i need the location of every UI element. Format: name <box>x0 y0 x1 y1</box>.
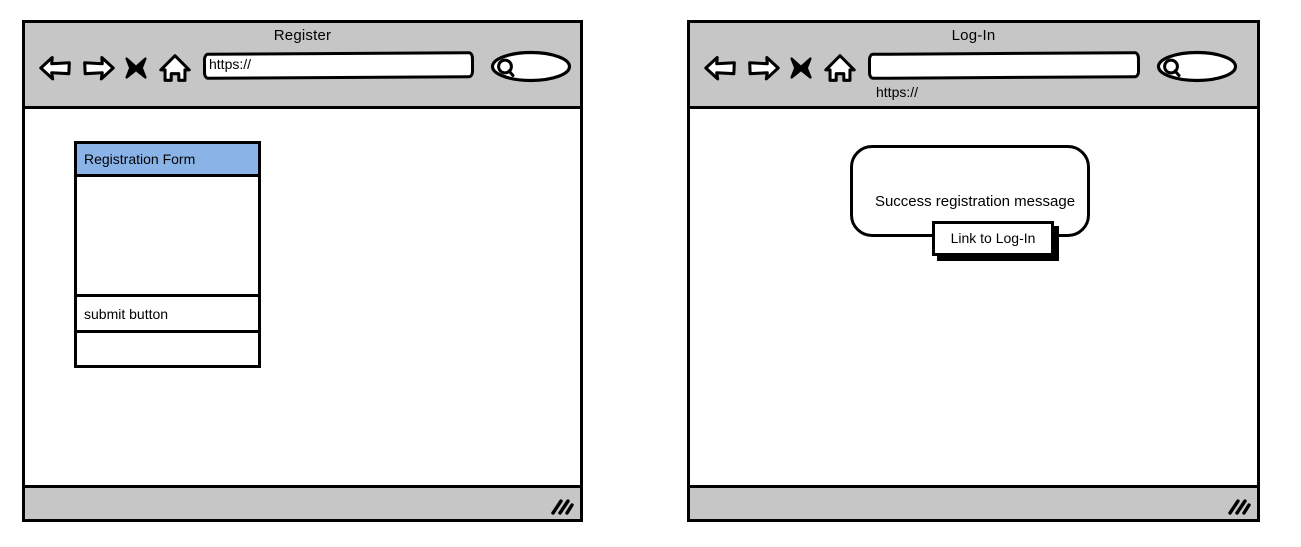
close-x-icon[interactable] <box>786 49 816 87</box>
browser-window-login[interactable]: Log-In https:// Success registration mes… <box>687 20 1260 522</box>
success-message-text: Success registration message <box>874 193 1076 210</box>
url-input-value-register: https:// <box>209 56 252 72</box>
browser-window-register[interactable]: Register https:// Registration Form subm… <box>22 20 583 522</box>
search-pill-shape <box>490 50 572 83</box>
browser-toolbar-register: Register https:// <box>25 23 580 109</box>
search-pill-shape <box>1156 50 1238 83</box>
link-to-login-button[interactable]: Link to Log-In <box>932 221 1054 256</box>
search-box-login[interactable] <box>1156 50 1238 83</box>
page-viewport-login: Success registration message Link to Log… <box>690 109 1257 485</box>
resize-grip-icon[interactable] <box>1225 496 1251 516</box>
home-icon[interactable] <box>822 49 858 87</box>
resize-grip-icon[interactable] <box>548 496 574 516</box>
url-bar-wrap-login: https:// <box>867 51 1141 100</box>
registration-form-header: Registration Form <box>77 144 258 177</box>
registration-form-fields-area[interactable] <box>77 177 258 297</box>
toolbar-controls-login: https:// <box>702 49 1249 100</box>
registration-form-panel[interactable]: Registration Form submit button <box>74 141 261 368</box>
submit-button-row[interactable]: submit button <box>77 297 258 333</box>
toolbar-controls-register: https:// <box>37 49 572 95</box>
url-caption-login: https:// <box>876 84 919 100</box>
browser-toolbar-login: Log-In https:// <box>690 23 1257 109</box>
url-input-login[interactable] <box>867 51 1141 80</box>
search-box-register[interactable] <box>490 50 572 83</box>
success-dialog: Success registration message Link to Log… <box>850 145 1100 265</box>
url-bar-wrap-register: https:// <box>202 51 475 80</box>
forward-arrow-icon[interactable] <box>744 49 782 87</box>
close-x-icon[interactable] <box>121 49 151 87</box>
page-viewport-register: Registration Form submit button <box>25 109 580 485</box>
home-icon[interactable] <box>157 49 193 87</box>
status-bar-login <box>690 485 1257 519</box>
back-arrow-icon[interactable] <box>37 49 75 87</box>
registration-form-title: Registration Form <box>84 151 196 167</box>
back-arrow-icon[interactable] <box>702 49 740 87</box>
forward-arrow-icon[interactable] <box>79 49 117 87</box>
window-title-register: Register <box>273 27 332 44</box>
submit-button-label: submit button <box>84 305 169 322</box>
window-title-login: Log-In <box>951 27 996 44</box>
status-bar-register <box>25 485 580 519</box>
link-to-login-label: Link to Log-In <box>950 230 1036 246</box>
registration-form-footer-row[interactable] <box>77 333 258 365</box>
